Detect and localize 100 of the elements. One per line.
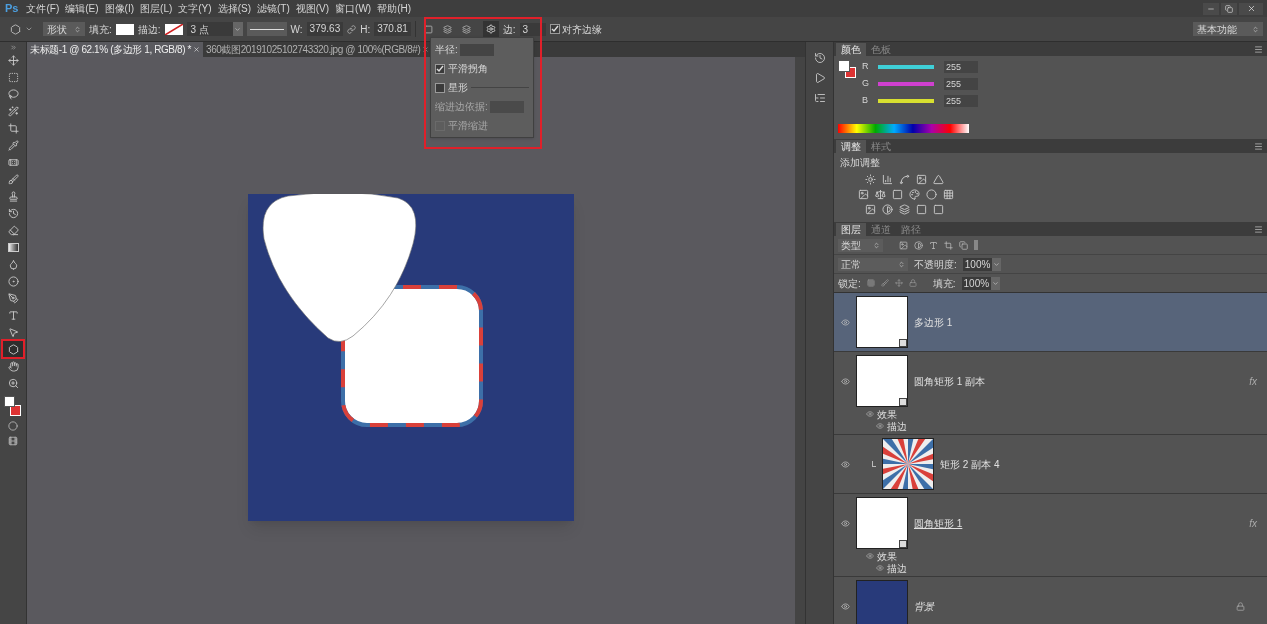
no-stroke-swatch[interactable] xyxy=(164,23,183,35)
menu-item[interactable]: 帮助(H) xyxy=(374,1,415,16)
adjustment-icon[interactable] xyxy=(909,189,920,200)
document-tab[interactable]: 360截图20191025102743320.jpg @ 100%(RGB/8#) xyxy=(203,42,433,57)
channel-slider[interactable] xyxy=(878,98,934,103)
panel-tab[interactable]: 颜色 xyxy=(836,43,866,56)
height-field[interactable]: 370.81 xyxy=(374,22,411,36)
width-label: W: xyxy=(290,22,303,37)
layer-name: 背景 xyxy=(914,599,934,614)
document-tab[interactable]: 未标题-1 @ 62.1% (多边形 1, RGB/8) * xyxy=(27,42,203,57)
channel-value-field[interactable]: 255 xyxy=(944,94,978,107)
workspace-dropdown[interactable]: 基本功能 xyxy=(1193,22,1263,36)
screen-mode-icon xyxy=(8,436,18,446)
close-button[interactable] xyxy=(1239,2,1263,15)
sides-field[interactable]: 3 xyxy=(519,22,546,36)
panel-heading: 添加调整 xyxy=(840,156,881,170)
channel-slider[interactable] xyxy=(878,81,934,86)
layer-row[interactable]: 圆角矩形 1 副本 fx 效果 描边 xyxy=(834,352,1267,435)
color-swatches[interactable] xyxy=(838,60,856,78)
menu-item[interactable]: 文字(Y) xyxy=(175,1,215,16)
adjustment-icon[interactable] xyxy=(916,174,927,185)
channel-label: R xyxy=(862,59,868,73)
effects-badge[interactable]: fx xyxy=(1249,373,1257,389)
path-operations-icon xyxy=(423,24,433,34)
shape-layer-icon xyxy=(899,398,907,406)
channel-value-field[interactable]: 255 xyxy=(944,77,978,90)
adjustment-icon[interactable] xyxy=(882,204,893,215)
history-icon xyxy=(813,52,826,64)
filter-dropdown[interactable]: 类型 xyxy=(838,238,883,252)
adjustment-icon[interactable] xyxy=(882,174,893,185)
adjustment-icon[interactable] xyxy=(865,204,876,215)
width-field[interactable]: 379.63 xyxy=(306,22,344,36)
adjustment-icon[interactable] xyxy=(926,189,937,200)
smart-object-filter-icon xyxy=(959,240,968,250)
adjustment-icon[interactable] xyxy=(865,174,876,185)
color-spectrum[interactable] xyxy=(838,124,969,133)
channel-slider[interactable] xyxy=(878,64,934,69)
settings-button[interactable] xyxy=(482,21,499,37)
effect-name: 描边 xyxy=(887,420,907,434)
mode-dropdown[interactable]: 形状 xyxy=(43,22,85,36)
blur-tool-icon xyxy=(7,258,19,270)
adjustment-icon[interactable] xyxy=(943,189,954,200)
adjustment-icon[interactable] xyxy=(858,189,869,200)
radius-field[interactable] xyxy=(459,43,494,56)
adjustment-icon[interactable] xyxy=(875,189,886,200)
menu-item[interactable]: 选择(S) xyxy=(214,1,254,16)
adjustment-icon[interactable] xyxy=(892,189,903,200)
menu-item[interactable]: 窗口(W) xyxy=(332,1,375,16)
layer-row[interactable]: 矩形 2 副本 4 xyxy=(834,435,1267,494)
visibility-icon[interactable] xyxy=(840,518,850,528)
star-checkbox[interactable] xyxy=(435,82,445,93)
panel-menu-icon xyxy=(1254,225,1263,234)
adjustment-filter-icon xyxy=(914,240,923,250)
visibility-icon[interactable] xyxy=(840,459,850,469)
visibility-icon[interactable] xyxy=(840,601,850,611)
channel-value-field[interactable]: 255 xyxy=(944,60,978,73)
adjustment-icon[interactable] xyxy=(933,174,944,185)
menu-item[interactable]: 编辑(E) xyxy=(62,1,102,16)
tool-button[interactable] xyxy=(3,341,23,357)
shape-tool-icon xyxy=(7,343,19,355)
menu-item[interactable]: 滤镜(T) xyxy=(253,1,293,16)
menu-item[interactable]: 视图(V) xyxy=(292,1,333,16)
smooth-corners-checkbox[interactable] xyxy=(435,63,445,74)
menu-item[interactable]: 文件(F) xyxy=(23,1,63,16)
adjustment-icon[interactable] xyxy=(899,204,910,215)
vertical-scrollbar[interactable] xyxy=(795,57,805,624)
lock-position-icon xyxy=(894,279,903,287)
adjustment-icon[interactable] xyxy=(899,174,910,185)
menu-item[interactable]: 图层(L) xyxy=(137,1,176,16)
adjustment-icon[interactable] xyxy=(933,204,944,215)
filter-toggle[interactable] xyxy=(974,240,978,250)
restore-button[interactable] xyxy=(1221,2,1237,15)
menu-item[interactable]: 图像(I) xyxy=(101,1,138,16)
align-edges-checkbox[interactable] xyxy=(549,24,560,34)
zoom-tool-icon xyxy=(7,377,19,389)
panel-menu-icon xyxy=(1254,142,1263,151)
layer-row[interactable]: 多边形 1 xyxy=(834,293,1267,352)
effects-badge[interactable]: fx xyxy=(1249,515,1257,531)
panel-tab[interactable]: 图层 xyxy=(836,223,866,236)
blend-mode-dropdown[interactable]: 正常 xyxy=(838,257,908,271)
adjustment-icon[interactable] xyxy=(916,204,927,215)
fill-field[interactable]: 100% xyxy=(961,276,1001,290)
stroke-width-field[interactable]: 3 点 xyxy=(186,22,243,36)
minimize-button[interactable] xyxy=(1203,2,1219,15)
layer-row[interactable]: 圆角矩形 1 fx 效果 描边 xyxy=(834,494,1267,577)
visibility-icon[interactable] xyxy=(840,317,850,327)
panel-tab[interactable]: 调整 xyxy=(836,140,866,153)
checkbox-label: 星形 xyxy=(448,81,468,95)
close-icon xyxy=(1246,4,1256,13)
eraser-tool-icon xyxy=(7,224,19,236)
caret-icon xyxy=(898,260,905,268)
stroke-style-dropdown[interactable] xyxy=(246,22,287,36)
layer-name: 圆角矩形 1 xyxy=(914,516,963,531)
visibility-icon[interactable] xyxy=(840,376,850,386)
path-alignment-icon xyxy=(442,24,452,34)
fill-swatch[interactable] xyxy=(115,23,134,35)
history-tool-icon xyxy=(7,207,19,219)
properties-icon xyxy=(813,92,826,104)
color-swatches[interactable] xyxy=(3,396,23,416)
opacity-field[interactable]: 100% xyxy=(962,257,1002,271)
